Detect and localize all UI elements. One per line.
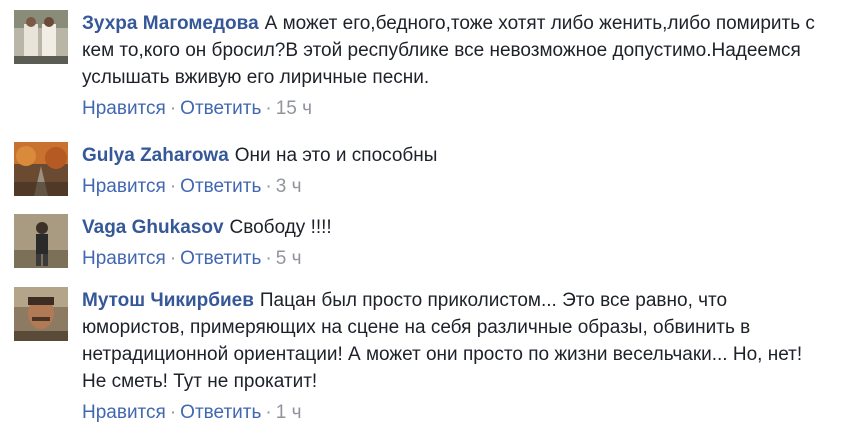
comment-author[interactable]: Gulya Zaharowa: [82, 145, 229, 166]
comment-actions: Нравится · Ответить · 3 ч: [82, 175, 831, 199]
comment-item: Зухра Магомедова А может его,бедного,тоже…: [0, 10, 845, 125]
comment-author[interactable]: Зухра Магомедова: [82, 13, 259, 34]
separator: ·: [265, 98, 272, 119]
comment-body: Gulya Zaharowa Они на это и способны Нрав…: [82, 142, 831, 199]
separator: ·: [265, 176, 272, 197]
reply-link[interactable]: Ответить: [180, 248, 261, 269]
reply-link[interactable]: Ответить: [180, 402, 261, 423]
like-link[interactable]: Нравится: [82, 248, 166, 269]
comment-actions: Нравится · Ответить · 15 ч: [82, 97, 831, 121]
avatar-photo: [14, 214, 68, 268]
comments-list: Зухра Магомедова А может его,бедного,тоже…: [0, 0, 845, 442]
comment-time[interactable]: 3 ч: [276, 176, 302, 197]
avatar-photo: [14, 287, 68, 341]
avatar[interactable]: [14, 214, 68, 268]
comment-body: Vaga Ghukasov Свободу !!!! Нравится · Ответ…: [82, 214, 831, 271]
separator: ·: [169, 176, 177, 197]
avatar-photo: [14, 142, 68, 196]
comment-body: Мутош Чикирбиев Пацан был просто приколис…: [82, 287, 831, 425]
comment-message: Они на это и способны: [234, 145, 438, 166]
separator: ·: [265, 248, 272, 269]
comment-text: Vaga Ghukasov Свободу !!!!: [82, 214, 831, 241]
comment-actions: Нравится · Ответить · 5 ч: [82, 247, 831, 271]
comment-body: Зухра Магомедова А может его,бедного,тоже…: [82, 10, 831, 121]
avatar[interactable]: [14, 287, 68, 341]
comment-time[interactable]: 15 ч: [276, 98, 312, 119]
comment-time[interactable]: 5 ч: [276, 248, 302, 269]
comment-text: Зухра Магомедова А может его,бедного,тоже…: [82, 10, 831, 91]
comment-author[interactable]: Мутош Чикирбиев: [82, 290, 254, 311]
avatar-photo: [14, 10, 68, 64]
like-link[interactable]: Нравится: [82, 98, 166, 119]
reply-link[interactable]: Ответить: [180, 98, 261, 119]
avatar[interactable]: [14, 142, 68, 196]
separator: ·: [169, 98, 177, 119]
separator: ·: [265, 402, 272, 423]
comment-item: Gulya Zaharowa Они на это и способны Нрав…: [0, 142, 845, 202]
comment-text: Мутош Чикирбиев Пацан был просто приколис…: [82, 287, 831, 395]
comment-actions: Нравится · Ответить · 1 ч: [82, 401, 831, 425]
reply-link[interactable]: Ответить: [180, 176, 261, 197]
comment-item: Мутош Чикирбиев Пацан был просто приколис…: [0, 287, 845, 432]
comment-author[interactable]: Vaga Ghukasov: [82, 217, 224, 238]
comment-text: Gulya Zaharowa Они на это и способны: [82, 142, 831, 169]
comment-message: Свободу !!!!: [229, 217, 332, 238]
separator: ·: [169, 248, 177, 269]
like-link[interactable]: Нравится: [82, 176, 166, 197]
comment-time[interactable]: 1 ч: [276, 402, 302, 423]
comment-item: Vaga Ghukasov Свободу !!!! Нравится · Ответ…: [0, 214, 845, 274]
separator: ·: [169, 402, 177, 423]
avatar[interactable]: [14, 10, 68, 64]
like-link[interactable]: Нравится: [82, 402, 166, 423]
